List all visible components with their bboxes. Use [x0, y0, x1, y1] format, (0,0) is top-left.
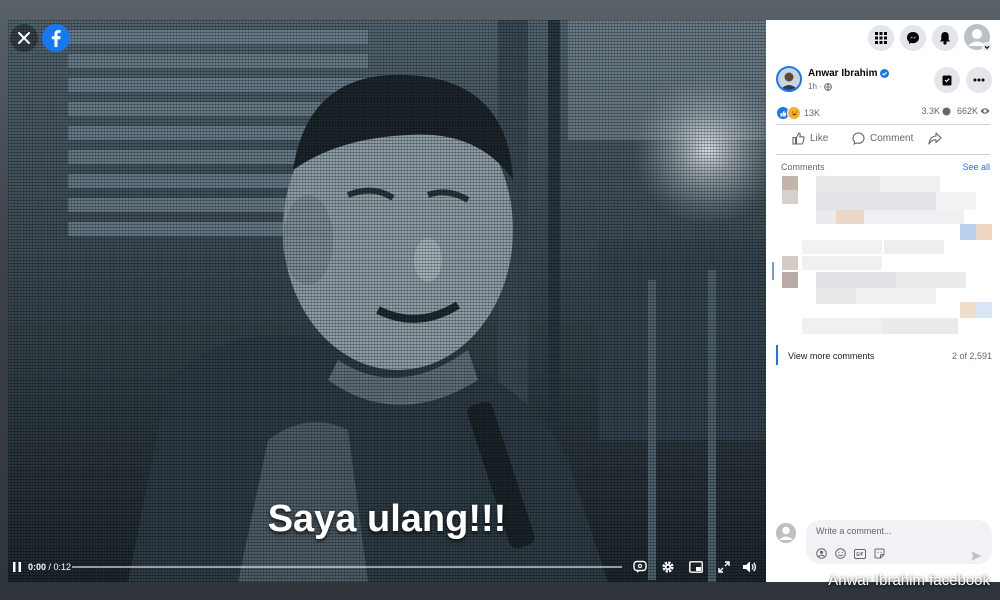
- volume-icon: [743, 561, 757, 573]
- engagement-stats: 3.3K 662K: [921, 106, 990, 116]
- author-avatar[interactable]: [776, 66, 802, 92]
- comment-label: Comment: [870, 133, 914, 144]
- reactions-summary[interactable]: 13K: [776, 106, 820, 120]
- more-dots-icon: [973, 78, 985, 82]
- time-separator: /: [46, 562, 54, 572]
- close-icon: [18, 32, 30, 44]
- comment-input[interactable]: [816, 526, 966, 536]
- comment-box: [806, 520, 992, 564]
- post-panel: Anwar Ibrahim 1h · 13K 3.3K 662K Like Co…: [766, 20, 1000, 582]
- composer-tools: [816, 548, 885, 559]
- composer-avatar[interactable]: [776, 523, 796, 543]
- captions-icon: [633, 560, 647, 573]
- post-actions: Like Comment: [776, 128, 990, 150]
- haha-reaction-icon: [787, 106, 801, 120]
- post-stats: 13K 3.3K 662K: [776, 106, 990, 120]
- comments-header: Comments See all: [781, 162, 990, 172]
- video-controls: 0:00 / 0:12: [8, 554, 766, 580]
- account-button[interactable]: [964, 24, 992, 52]
- comment-composer: [776, 520, 992, 564]
- verified-badge-icon: [880, 69, 890, 78]
- fullscreen-icon: [718, 561, 730, 573]
- post-header: Anwar Ibrahim 1h ·: [776, 64, 992, 96]
- comment-item[interactable]: [772, 176, 996, 254]
- time-current: 0:00: [28, 562, 47, 572]
- grid-menu-icon: [875, 32, 887, 44]
- picture-in-picture-icon: [689, 561, 703, 573]
- notifications-button[interactable]: [932, 25, 958, 51]
- facebook-icon: [42, 24, 70, 52]
- settings-button[interactable]: [660, 559, 676, 575]
- picture-in-picture-button[interactable]: [688, 559, 704, 575]
- bookmark-icon: [942, 75, 952, 85]
- fullscreen-button[interactable]: [716, 559, 732, 575]
- comment-bubble-icon: [942, 107, 951, 115]
- see-all-link[interactable]: See all: [962, 162, 990, 172]
- stats-divider: [776, 124, 990, 125]
- gear-icon: [662, 561, 674, 573]
- send-comment-button[interactable]: [971, 548, 982, 566]
- messenger-icon: [907, 32, 919, 44]
- views-count-group: 662K: [957, 106, 990, 116]
- video-player[interactable]: Saya ulang!!!: [8, 20, 766, 582]
- like-thumb-icon: [792, 132, 805, 145]
- author-name-row: Anwar Ibrahim: [808, 68, 890, 79]
- gif-icon[interactable]: [854, 548, 866, 559]
- like-button[interactable]: Like: [792, 132, 828, 145]
- messenger-button[interactable]: [900, 25, 926, 51]
- bell-icon: [940, 32, 950, 45]
- comments-title: Comments: [781, 162, 825, 172]
- share-arrow-icon: [928, 132, 942, 145]
- top-nav: [766, 20, 1000, 56]
- video-time: 0:00 / 0:12: [28, 562, 71, 572]
- like-label: Like: [810, 133, 829, 144]
- facebook-logo[interactable]: [42, 24, 70, 52]
- author-name[interactable]: Anwar Ibrahim: [808, 68, 877, 79]
- account-avatar-icon: [964, 24, 992, 52]
- close-button[interactable]: [10, 24, 38, 52]
- comments-shown-count: 2 of 2,591: [951, 351, 992, 361]
- author-photo-icon: [778, 68, 800, 90]
- comment-icon: [852, 132, 865, 145]
- menu-button[interactable]: [868, 25, 894, 51]
- video-progress-bar[interactable]: [72, 566, 622, 568]
- video-subtitle: Saya ulang!!!: [267, 498, 507, 540]
- time-total: 0:12: [53, 562, 72, 572]
- comment-item[interactable]: [772, 256, 996, 340]
- globe-icon: [823, 82, 832, 91]
- pause-button[interactable]: [10, 560, 24, 574]
- post-time[interactable]: 1h: [808, 82, 817, 91]
- user-avatar-icon: [776, 523, 796, 543]
- views-count: 662K: [956, 106, 978, 116]
- actions-divider: [776, 154, 990, 155]
- comment-button[interactable]: Comment: [852, 132, 913, 145]
- reactions-count: 13K: [804, 108, 821, 118]
- save-post-button[interactable]: [934, 67, 960, 93]
- emoji-icon[interactable]: [835, 548, 846, 559]
- view-more-comments-link[interactable]: View more comments: [788, 351, 874, 361]
- eye-icon: [980, 108, 990, 114]
- pause-icon: [13, 562, 21, 572]
- meta-dot: ·: [818, 82, 822, 91]
- view-more-comments: View more comments 2 of 2,591: [776, 345, 992, 365]
- photo-credit: Anwar Ibrahim facebook: [828, 572, 990, 589]
- captions-button[interactable]: [632, 559, 648, 575]
- post-header-actions: [934, 67, 992, 93]
- more-options-button[interactable]: [966, 67, 992, 93]
- comment-count-group[interactable]: 3.3K: [921, 106, 951, 116]
- share-button[interactable]: [928, 132, 942, 145]
- avatar-sticker-icon[interactable]: [816, 548, 827, 559]
- volume-button[interactable]: [742, 559, 758, 575]
- sticker-icon[interactable]: [874, 548, 885, 559]
- send-icon: [971, 551, 982, 561]
- comments-count: 3.3K: [921, 106, 940, 116]
- post-meta: 1h ·: [808, 82, 832, 91]
